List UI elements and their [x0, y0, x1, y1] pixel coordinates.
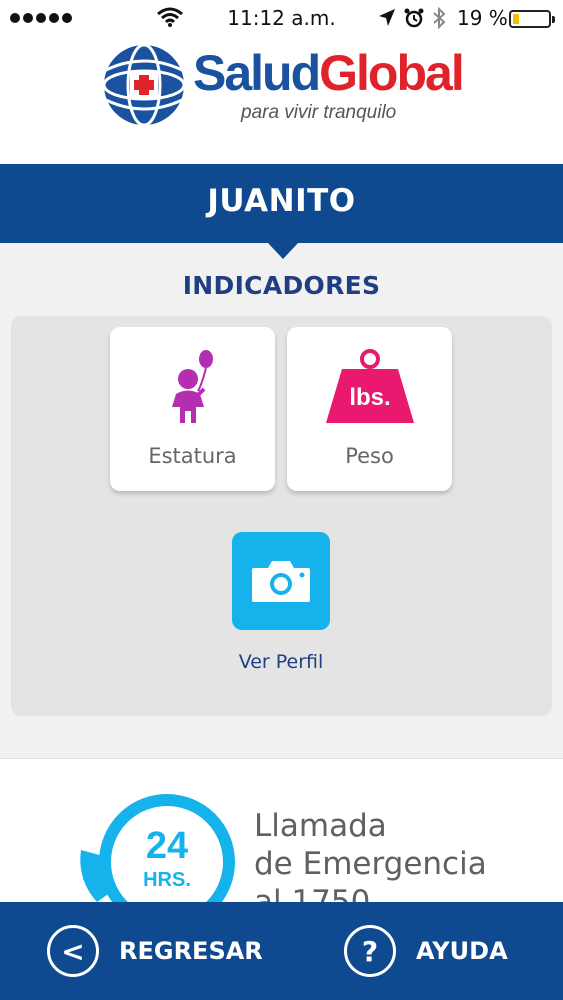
- camera-icon: [252, 561, 310, 602]
- logo-wordmark-salud: Salud: [193, 45, 321, 101]
- status-bar: 11:12 a.m. 19 %: [0, 0, 563, 36]
- estatura-label: Estatura: [148, 444, 237, 468]
- child-balloon-icon: [171, 350, 213, 423]
- emergency-24h-icon[interactable]: 24 HRS.: [77, 790, 237, 910]
- regresar-label: REGRESAR: [119, 937, 263, 965]
- emergency-line-2: de Emergencia: [254, 846, 487, 882]
- emergency-badge-unit: HRS.: [143, 869, 191, 891]
- emergency-line-1: Llamada: [254, 808, 387, 844]
- globe-logo-icon: [102, 43, 186, 127]
- peso-label: Peso: [345, 444, 394, 468]
- logo-wordmark: SaludGlobal: [193, 45, 465, 101]
- peso-button[interactable]: lbs. Peso: [287, 327, 452, 491]
- question-mark-icon: ?: [344, 925, 396, 977]
- logo-tagline: para vivir tranquilo: [241, 102, 397, 123]
- bluetooth-icon: [433, 7, 446, 29]
- battery-percent: 19 %: [457, 6, 508, 30]
- name-bar-pointer: [268, 243, 298, 259]
- alarm-icon: [404, 8, 424, 28]
- location-arrow-icon: [379, 9, 395, 26]
- indicators-title: INDICADORES: [182, 271, 381, 300]
- weight-lbs-icon: lbs.: [325, 349, 414, 423]
- weight-lbs-text: lbs.: [349, 384, 390, 411]
- ayuda-button[interactable]: ? AYUDA: [344, 902, 508, 1000]
- estatura-button[interactable]: Estatura: [110, 327, 275, 491]
- bottom-nav-bar: < REGRESAR ? AYUDA: [0, 902, 563, 1000]
- battery-icon: [509, 10, 555, 28]
- back-chevron-icon: <: [47, 925, 99, 977]
- emergency-badge-number: 24: [146, 825, 188, 867]
- child-name: JUANITO: [207, 183, 356, 219]
- child-name-bar: JUANITO: [0, 164, 563, 243]
- ayuda-label: AYUDA: [416, 937, 508, 965]
- ver-perfil-label[interactable]: Ver Perfil: [181, 651, 381, 673]
- salud-global-logo: SaludGlobal para vivir tranquilo: [98, 36, 478, 132]
- regresar-button[interactable]: < REGRESAR: [47, 902, 263, 1000]
- logo-wordmark-global: Global: [319, 45, 465, 101]
- ver-perfil-button[interactable]: [232, 532, 330, 630]
